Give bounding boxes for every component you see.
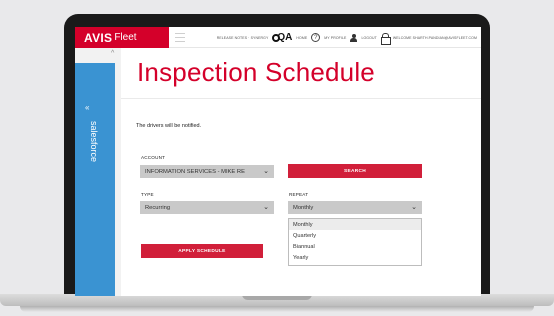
notification-note: The drivers will be notified. bbox=[136, 123, 202, 129]
repeat-option[interactable]: Monthly bbox=[289, 219, 421, 230]
brand-product: Fleet bbox=[114, 32, 137, 43]
search-button[interactable]: SEARCH bbox=[288, 164, 422, 178]
apply-schedule-button[interactable]: APPLY SCHEDULE bbox=[141, 244, 263, 258]
logout-link[interactable]: LOGOUT bbox=[361, 36, 376, 40]
account-label: ACCOUNT bbox=[141, 155, 166, 160]
repeat-option[interactable]: Yearly bbox=[289, 252, 421, 263]
salesforce-label: salesforce bbox=[89, 121, 99, 163]
profile-icon[interactable] bbox=[350, 33, 358, 42]
repeat-label: REPEAT bbox=[289, 192, 309, 197]
hamburger-menu-icon[interactable] bbox=[175, 33, 185, 42]
repeat-option[interactable]: Biannual bbox=[289, 241, 421, 252]
app-screen: AVIS Fleet RELEASE NOTES · SYNERGY QA HO… bbox=[75, 27, 481, 296]
welcome-text: WELCOME SHARTH.PANDIAN@AVISFLEET.COM bbox=[392, 35, 477, 40]
scroll-up-icon[interactable]: ^ bbox=[111, 50, 119, 57]
brand-logo[interactable]: AVIS Fleet bbox=[75, 27, 169, 48]
account-select-value: INFORMATION SERVICES - MIKE RE bbox=[145, 168, 245, 175]
help-icon[interactable]: ? bbox=[311, 33, 321, 42]
page-title: Inspection Schedule bbox=[137, 57, 375, 87]
home-link[interactable]: HOME bbox=[296, 36, 307, 40]
my-profile-link[interactable]: MY PROFILE bbox=[324, 36, 346, 40]
qa-badge: QA bbox=[272, 32, 292, 43]
type-select[interactable]: Recurring ⌄ bbox=[140, 201, 274, 214]
header-actions: RELEASE NOTES · SYNERGY QA HOME ? MY PRO… bbox=[217, 27, 477, 48]
collapse-icon[interactable]: « bbox=[85, 103, 89, 112]
lock-icon[interactable] bbox=[380, 32, 391, 45]
laptop-base bbox=[0, 294, 554, 316]
type-select-value: Recurring bbox=[145, 204, 171, 211]
chevron-down-icon: ⌄ bbox=[263, 204, 269, 211]
salesforce-sidebar[interactable]: « salesforce bbox=[75, 63, 115, 296]
qa-badge-label: QA bbox=[277, 32, 293, 43]
release-notes-link[interactable]: RELEASE NOTES · SYNERGY bbox=[217, 36, 269, 40]
top-bar: AVIS Fleet RELEASE NOTES · SYNERGY QA HO… bbox=[75, 27, 481, 48]
repeat-dropdown-list: Monthly Quarterly Biannual Yearly bbox=[288, 218, 422, 266]
title-divider bbox=[121, 98, 481, 99]
repeat-select[interactable]: Monthly ⌄ bbox=[288, 201, 422, 214]
chevron-down-icon: ⌄ bbox=[263, 168, 269, 175]
account-select[interactable]: INFORMATION SERVICES - MIKE RE ⌄ bbox=[140, 165, 274, 178]
repeat-select-value: Monthly bbox=[293, 204, 314, 211]
laptop-shadow bbox=[20, 306, 534, 312]
brand-name: AVIS bbox=[84, 30, 113, 45]
repeat-option[interactable]: Quarterly bbox=[289, 230, 421, 241]
type-label: TYPE bbox=[141, 192, 154, 197]
chevron-down-icon: ⌄ bbox=[411, 204, 417, 211]
